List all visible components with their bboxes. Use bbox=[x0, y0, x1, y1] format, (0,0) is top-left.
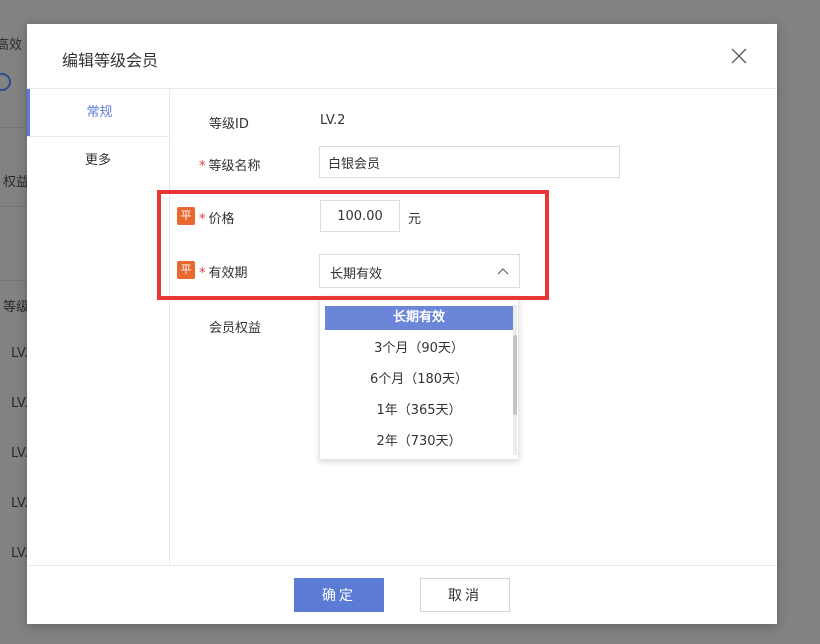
bg-text-fragment: LV. bbox=[11, 396, 29, 411]
bg-text-fragment: LV. bbox=[11, 546, 29, 561]
benefits-label: 会员权益 bbox=[209, 321, 262, 336]
bg-text-fragment: 高效 bbox=[0, 38, 23, 53]
confirm-button[interactable]: 确定 bbox=[294, 578, 384, 612]
price-input[interactable] bbox=[320, 200, 400, 232]
chevron-up-icon bbox=[497, 268, 509, 275]
level-name-input[interactable] bbox=[319, 146, 620, 178]
required-mark: * bbox=[199, 159, 206, 174]
flat-badge: 平 bbox=[177, 261, 195, 279]
price-label: * 价格 bbox=[199, 208, 235, 227]
validity-label: * 有效期 bbox=[199, 262, 248, 281]
price-unit: 元 bbox=[408, 212, 422, 227]
modal-header: 编辑等级会员 bbox=[27, 24, 777, 89]
bg-text-fragment: 权益 bbox=[3, 175, 30, 190]
dropdown-option[interactable]: 3个月（90天） bbox=[325, 337, 513, 361]
level-name-label: * 等级名称 bbox=[199, 155, 261, 174]
dropdown-scrollbar[interactable] bbox=[513, 305, 517, 455]
dropdown-option[interactable]: 1年（365天） bbox=[325, 399, 513, 423]
level-id-value: LV.2 bbox=[320, 113, 346, 128]
price-label-text: 价格 bbox=[208, 212, 235, 227]
bg-divider bbox=[0, 127, 30, 128]
validity-dropdown: 长期有效 3个月（90天） 6个月（180天） 1年（365天） 2年（730天… bbox=[319, 296, 519, 460]
required-mark: * bbox=[199, 266, 206, 281]
close-icon[interactable] bbox=[727, 44, 751, 68]
bg-divider bbox=[0, 280, 30, 281]
cancel-button[interactable]: 取消 bbox=[420, 578, 510, 612]
bg-text-fragment: LV. bbox=[11, 446, 29, 461]
validity-label-text: 有效期 bbox=[208, 266, 248, 281]
dropdown-option[interactable]: 2年（730天） bbox=[325, 430, 513, 454]
modal-footer: 确定 取消 bbox=[27, 565, 777, 625]
required-mark: * bbox=[199, 212, 206, 227]
tab-general[interactable]: 常规 bbox=[27, 89, 169, 137]
dropdown-option[interactable]: 6个月（180天） bbox=[325, 368, 513, 392]
tab-more[interactable]: 更多 bbox=[27, 137, 169, 185]
level-id-label: 等级ID bbox=[209, 117, 249, 132]
bg-text-fragment: 等级 bbox=[3, 300, 30, 315]
scrollbar-thumb[interactable] bbox=[513, 335, 517, 415]
bg-text-fragment: LV. bbox=[11, 346, 29, 361]
bg-text-fragment: LV. bbox=[11, 496, 29, 511]
validity-select-value: 长期有效 bbox=[330, 267, 383, 282]
dropdown-option[interactable]: 长期有效 bbox=[325, 306, 513, 330]
flat-badge: 平 bbox=[177, 207, 195, 225]
validity-select[interactable]: 长期有效 bbox=[319, 254, 520, 288]
bg-radio-icon bbox=[0, 73, 11, 91]
modal-title: 编辑等级会员 bbox=[62, 51, 159, 70]
level-name-label-text: 等级名称 bbox=[208, 159, 261, 174]
bg-divider bbox=[0, 206, 30, 207]
side-nav: 常规 更多 bbox=[27, 89, 170, 565]
edit-level-modal: 编辑等级会员 常规 更多 等级ID LV.2 *等级名称 平 *价格 元 平 *… bbox=[27, 24, 777, 624]
